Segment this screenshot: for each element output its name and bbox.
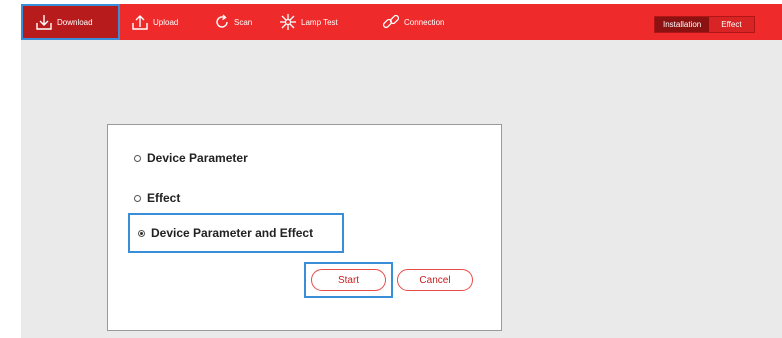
radio-effect[interactable] <box>134 194 141 202</box>
scan-icon <box>216 14 228 28</box>
option-device-parameter-and-effect[interactable]: Device Parameter and Effect <box>128 213 344 253</box>
option-label: Effect <box>147 191 181 205</box>
link-icon <box>382 14 400 29</box>
connection-button[interactable]: Connection <box>382 4 444 40</box>
option-label: Device Parameter <box>147 151 248 165</box>
mode-switch: Installation Effect <box>654 16 755 33</box>
cancel-button[interactable]: Cancel <box>397 269 473 291</box>
installation-tab[interactable]: Installation <box>655 17 710 32</box>
upload-button[interactable]: Upload <box>131 4 178 40</box>
lamp-icon <box>280 14 296 30</box>
connection-label: Connection <box>404 17 445 27</box>
scan-label: Scan <box>234 17 253 27</box>
start-button[interactable]: Start <box>311 269 386 291</box>
radio-device-parameter[interactable] <box>134 154 141 162</box>
download-label: Download <box>57 17 93 27</box>
scan-button[interactable]: Scan <box>214 4 252 40</box>
radio-device-parameter-and-effect[interactable] <box>138 229 145 237</box>
toolbar: Download Upload Scan Lamp Test Connectio… <box>21 4 782 40</box>
download-icon <box>36 15 52 30</box>
upload-label: Upload <box>153 17 179 27</box>
lamp-test-button[interactable]: Lamp Test <box>279 4 338 40</box>
download-button[interactable]: Download <box>21 4 120 40</box>
lamp-test-label: Lamp Test <box>301 17 338 27</box>
download-dialog: Device Parameter Effect Device Parameter… <box>107 124 502 331</box>
effect-tab[interactable]: Effect <box>709 17 754 32</box>
option-label: Device Parameter and Effect <box>151 226 314 240</box>
option-device-parameter[interactable]: Device Parameter <box>134 151 248 165</box>
upload-icon <box>132 15 148 30</box>
option-effect[interactable]: Effect <box>134 191 180 205</box>
